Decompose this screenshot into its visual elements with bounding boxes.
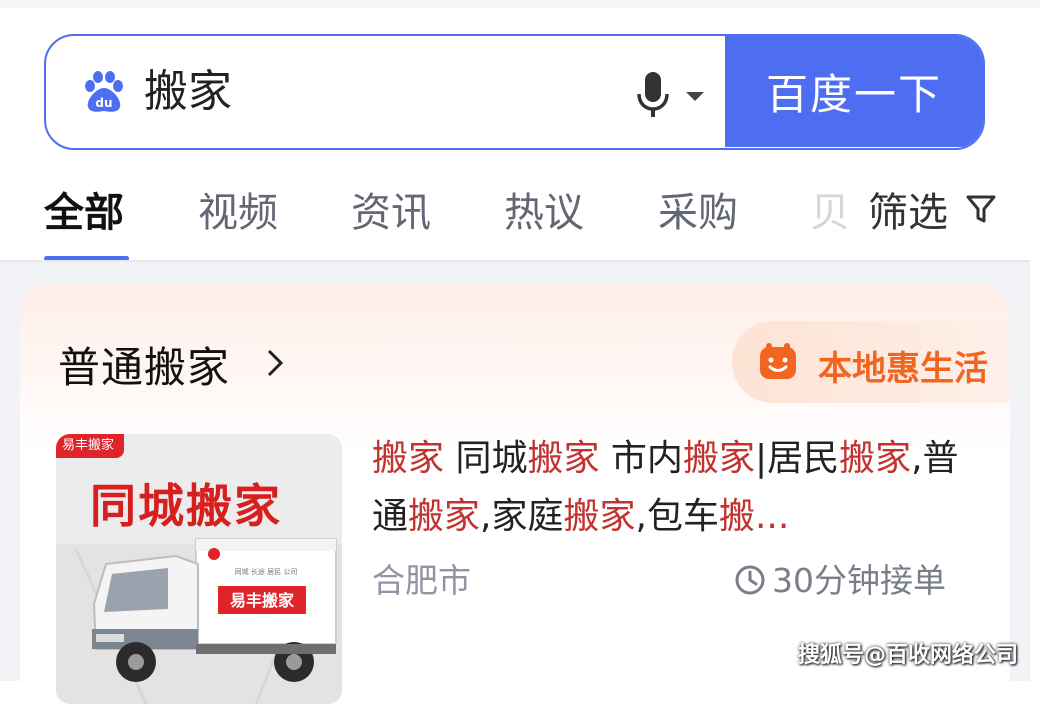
highlight-keyword: 搬家	[682, 438, 755, 479]
smiley-bag-icon	[760, 343, 796, 379]
svg-text:du: du	[95, 96, 112, 110]
baidu-paw-logo-icon: du	[85, 71, 123, 112]
title-segment: ,家庭	[480, 496, 564, 537]
title-segment: ,包车	[635, 496, 719, 537]
filter-label: 筛选	[868, 190, 948, 236]
tab-partial[interactable]: 贝	[810, 180, 850, 238]
tab-discussion[interactable]: 热议	[504, 180, 584, 238]
tab-bar: 全部 视频 资讯 热议 采购 贝 筛选	[0, 170, 1030, 262]
search-input[interactable]: 搬家	[144, 62, 232, 122]
local-life-badge[interactable]: 本地惠生活	[732, 321, 1010, 403]
highlight-keyword: 搬家	[408, 496, 481, 537]
search-bar[interactable]: du 搬家 百度一下	[44, 34, 985, 150]
microphone-icon[interactable]	[636, 70, 670, 120]
watermark: 搜狐号@百收网络公司	[797, 643, 1018, 668]
response-time-label: 30分钟接单	[772, 561, 946, 600]
title-segment: |居民	[754, 438, 840, 479]
result-title[interactable]: 搬家 同城搬家 市内搬家|居民搬家,普通搬家,家庭搬家,包车搬...	[372, 430, 972, 546]
search-button[interactable]: 百度一下	[725, 36, 983, 147]
highlight-keyword: 搬家	[372, 438, 445, 479]
tab-video[interactable]: 视频	[198, 180, 278, 238]
highlight-keyword: 搬家	[839, 438, 912, 479]
chevron-right-icon	[267, 349, 284, 377]
voice-options-caret-icon[interactable]	[686, 92, 704, 101]
title-segment: 同城	[444, 438, 528, 479]
clock-icon	[735, 565, 765, 595]
tab-purchase[interactable]: 采购	[658, 180, 738, 238]
funnel-icon	[966, 195, 996, 223]
result-location: 合肥市	[372, 561, 471, 600]
result-thumbnail[interactable]: 易丰搬家 同城搬家 易丰搬家 同城 长途 居民 公司	[56, 434, 342, 704]
title-segment: 市内	[599, 438, 683, 479]
tab-divider	[0, 260, 1030, 262]
badge-label: 本地惠生活	[818, 349, 988, 389]
highlight-keyword: 搬家	[527, 438, 600, 479]
response-time: 30分钟接单	[734, 554, 946, 602]
truck-services-label: 同城 长途 居民 公司	[235, 567, 298, 576]
highlight-keyword: 搬家	[563, 496, 636, 537]
moving-truck-icon: 易丰搬家 同城 长途 居民 公司	[92, 538, 337, 682]
tab-all[interactable]: 全部	[44, 180, 124, 238]
tab-news[interactable]: 资讯	[351, 180, 431, 238]
truck-brand-label: 易丰搬家	[230, 591, 295, 610]
highlight-keyword: 搬...	[718, 496, 790, 537]
card-title[interactable]: 普通搬家	[58, 334, 230, 395]
filter-button[interactable]: 筛选	[846, 170, 1030, 250]
top-strip	[0, 0, 1040, 8]
